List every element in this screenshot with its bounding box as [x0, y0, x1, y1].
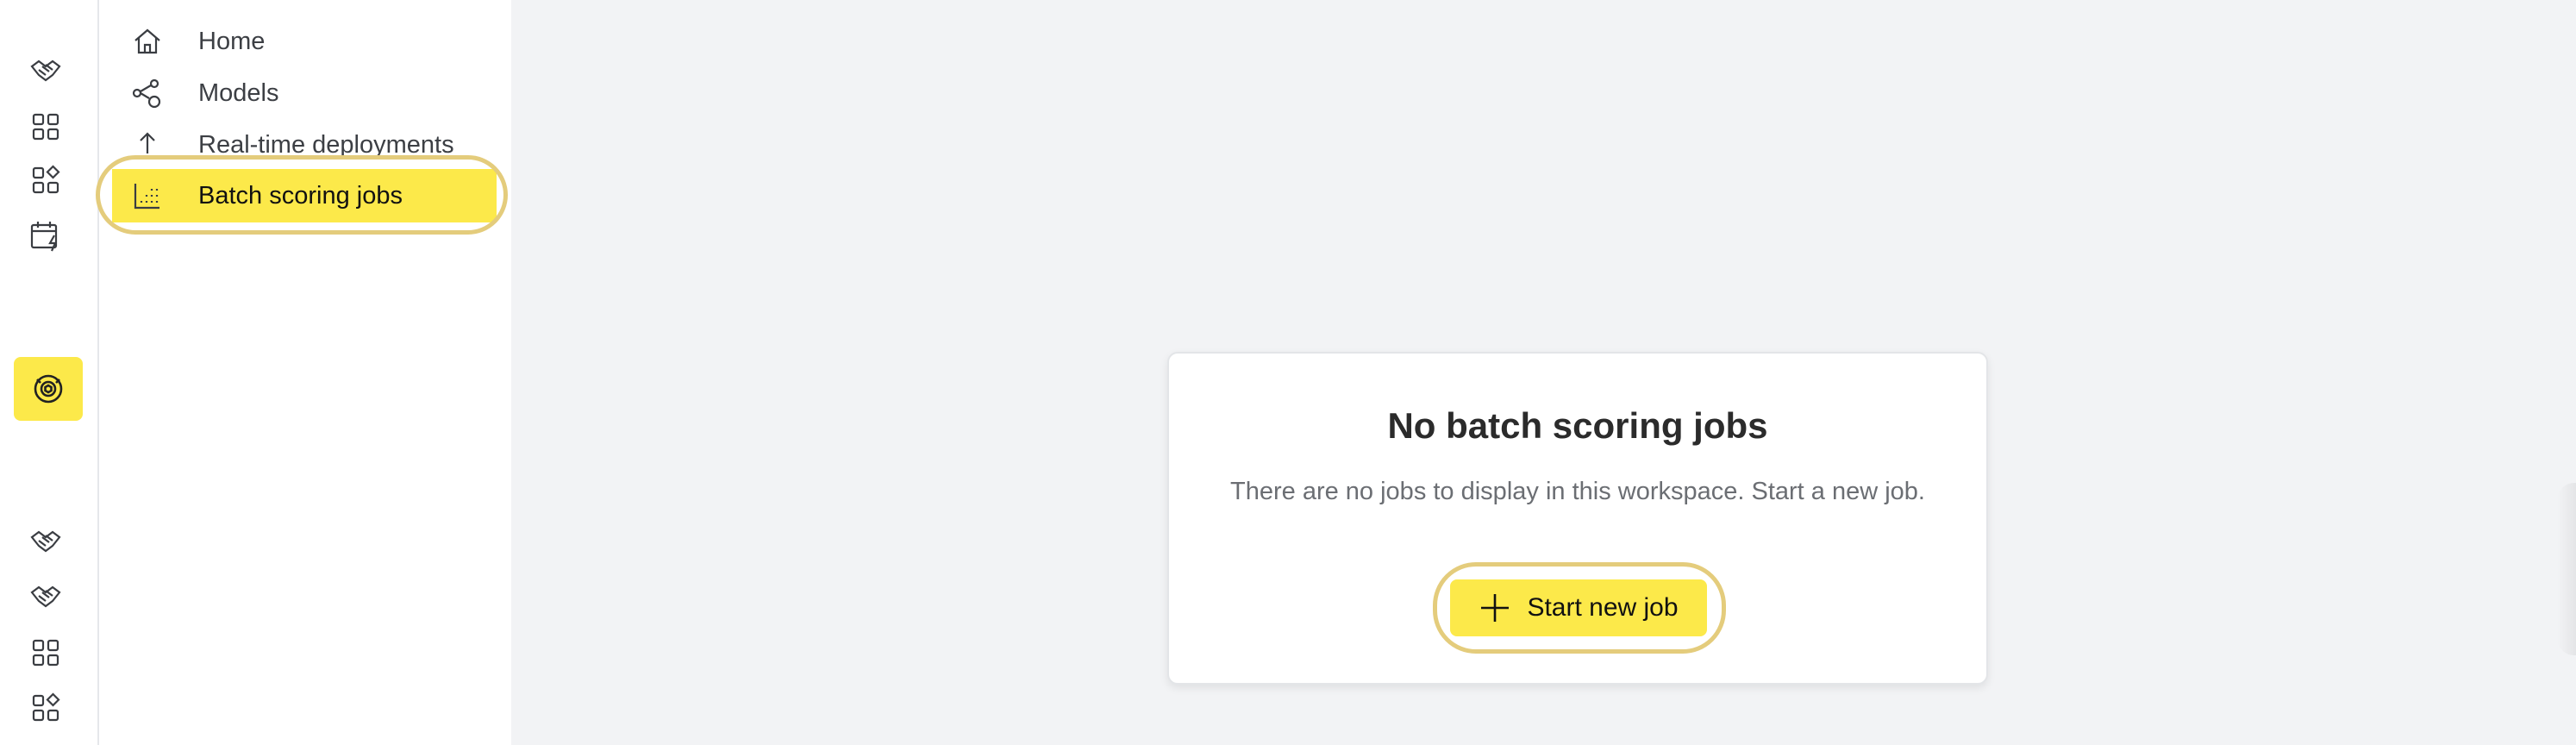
grid-icon[interactable]: [24, 105, 67, 148]
app-root: Home Models Real-time deployments Batch …: [0, 0, 2576, 745]
empty-state-card: No batch scoring jobs There are no jobs …: [1167, 352, 1988, 685]
nav-item-real-time-deployments[interactable]: Real-time deployments: [112, 118, 595, 172]
nav-item-label: Models: [198, 78, 279, 107]
edge-shadow: [2557, 483, 2576, 655]
handshake-icon[interactable]: [24, 50, 67, 93]
empty-state-description: There are no jobs to display in this wor…: [1230, 478, 1925, 505]
batch-chart-icon: [121, 180, 174, 211]
nav-item-label: Real-time deployments: [198, 130, 454, 159]
grid-shapes-icon[interactable]: [24, 159, 67, 202]
nav-item-batch-scoring-jobs[interactable]: Batch scoring jobs: [112, 169, 497, 222]
nav-item-label: Home: [198, 27, 266, 55]
start-new-job-button[interactable]: Start new job: [1450, 579, 1707, 636]
nav-item-home[interactable]: Home: [112, 15, 595, 68]
grid-icon[interactable]: [24, 631, 67, 674]
nav-item-label: Batch scoring jobs: [198, 181, 403, 210]
models-icon: [121, 78, 174, 109]
start-new-job-label: Start new job: [1527, 593, 1679, 622]
empty-state-title: No batch scoring jobs: [1387, 405, 1768, 446]
handshake-icon[interactable]: [24, 576, 67, 619]
secondary-nav: Home Models Real-time deployments Batch …: [99, 0, 511, 745]
icon-rail: [0, 0, 99, 745]
handshake-icon[interactable]: [24, 521, 67, 564]
upload-icon: [121, 129, 174, 160]
calendar-bolt-icon[interactable]: [24, 214, 67, 257]
grid-shapes-icon[interactable]: [24, 686, 67, 729]
model-target-icon[interactable]: [14, 357, 83, 421]
plus-icon: [1481, 594, 1510, 622]
home-icon: [121, 26, 174, 57]
nav-item-models[interactable]: Models: [112, 66, 595, 120]
